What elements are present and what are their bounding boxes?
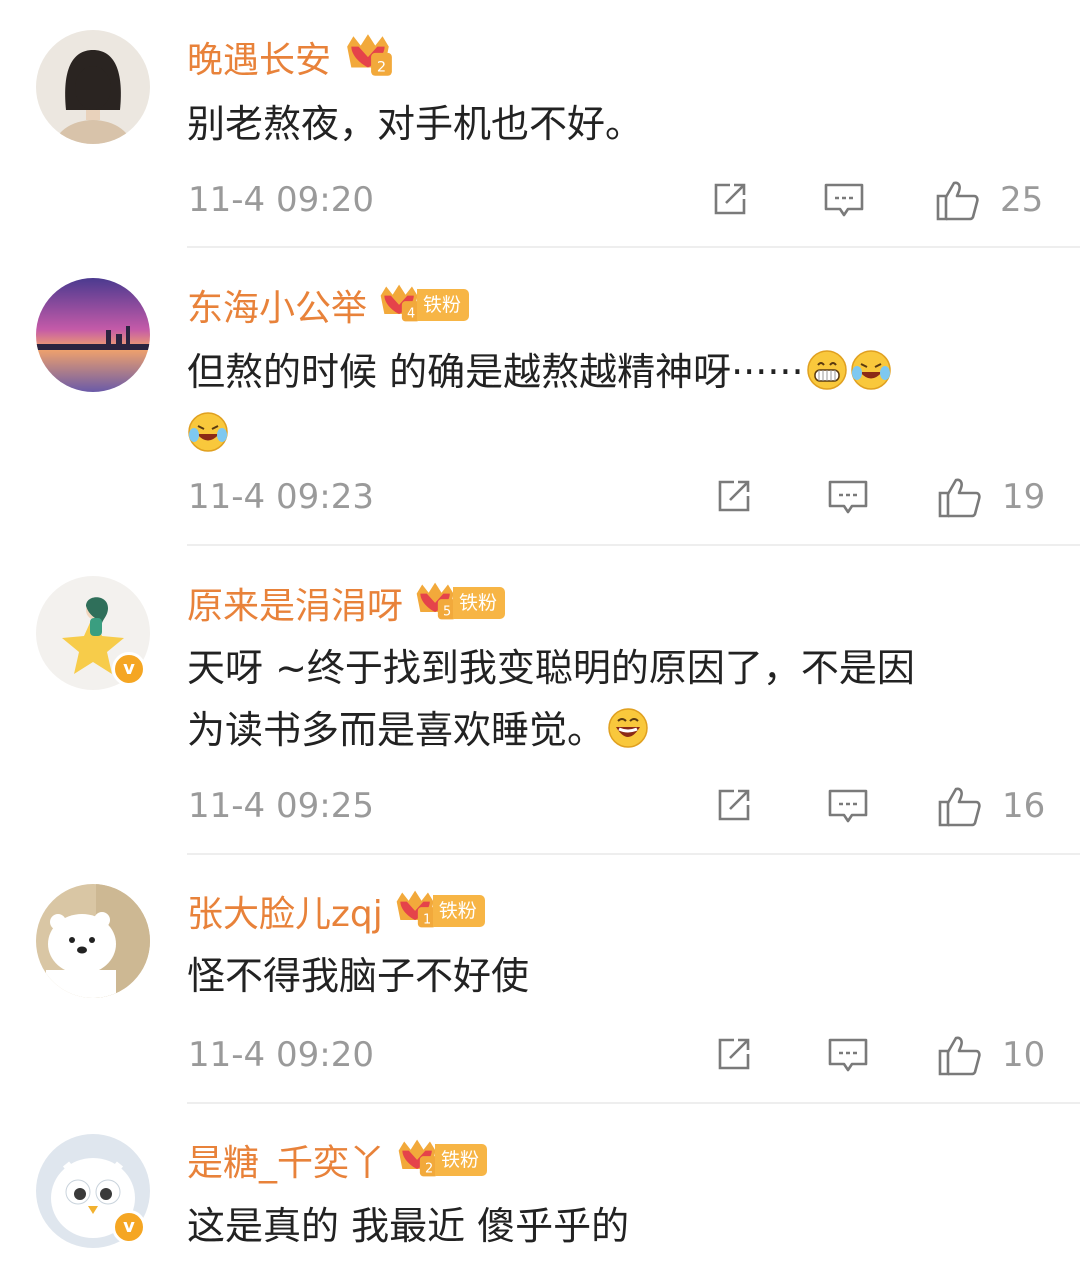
thumbs-up-icon[interactable] xyxy=(936,785,984,835)
username-row: 张大脸儿zqj 1 铁粉 xyxy=(187,886,485,936)
svg-text:2: 2 xyxy=(425,1162,433,1177)
avatar[interactable] xyxy=(36,884,150,998)
like-count: 16 xyxy=(1002,786,1046,826)
verified-badge-icon: v xyxy=(112,652,146,686)
timestamp: 11-4 09:23 xyxy=(188,477,374,517)
share-icon[interactable] xyxy=(708,179,752,227)
crown-badge-icon: 1 xyxy=(393,888,439,934)
divider xyxy=(187,1102,1080,1104)
comment-text: 别老熬夜，对手机也不好。 xyxy=(187,102,644,146)
username[interactable]: 张大脸儿zqj xyxy=(187,885,383,937)
svg-text:4: 4 xyxy=(407,307,415,322)
divider xyxy=(187,853,1080,855)
username-row: 晚遇长安 2 xyxy=(187,32,395,82)
avatar[interactable] xyxy=(36,278,150,392)
share-icon[interactable] xyxy=(712,785,756,833)
comment-text: 怪不得我脑子不好使 xyxy=(187,954,530,998)
svg-text:1: 1 xyxy=(423,913,431,928)
timestamp: 11-4 09:25 xyxy=(188,786,374,826)
username[interactable]: 原来是涓涓呀 xyxy=(187,577,403,629)
svg-text:2: 2 xyxy=(377,59,386,76)
fan-badge: 4 铁粉 xyxy=(377,284,470,322)
avatar[interactable] xyxy=(36,30,150,144)
crown-badge-icon: 2 xyxy=(343,32,395,82)
comment-meta: 11-4 09:23 19 xyxy=(188,472,1048,522)
comment-text: 天呀 ~终于找到我变聪明的原因了，不是因 为读书多而是喜欢睡觉。 xyxy=(187,646,915,752)
share-icon[interactable] xyxy=(712,1034,756,1082)
comment-icon[interactable] xyxy=(826,476,870,524)
divider xyxy=(187,544,1080,546)
like-count: 10 xyxy=(1002,1035,1046,1075)
laugh-cry-emoji-icon xyxy=(850,350,891,390)
share-icon[interactable] xyxy=(712,476,756,524)
fan-badge: 5 铁粉 xyxy=(413,582,506,620)
comment-meta: 11-4 09:20 25 xyxy=(188,175,1048,225)
grin-emoji-icon xyxy=(806,350,847,390)
thumbs-up-icon[interactable] xyxy=(934,179,982,229)
divider xyxy=(187,246,1080,248)
username-row: 原来是涓涓呀 5 铁粉 xyxy=(187,577,506,629)
username-row: 东海小公举 4 铁粉 xyxy=(187,279,470,331)
comment-icon[interactable] xyxy=(826,1034,870,1082)
username[interactable]: 东海小公举 xyxy=(187,279,367,331)
timestamp: 11-4 09:20 xyxy=(188,180,374,220)
svg-text:5: 5 xyxy=(443,605,451,620)
username[interactable]: 是糖_千奕丫 xyxy=(187,1134,385,1186)
username-row: 是糖_千奕丫 2 铁粉 xyxy=(187,1134,488,1186)
comment-icon[interactable] xyxy=(826,785,870,833)
comment-text: 这是真的 我最近 傻乎乎的 xyxy=(187,1204,630,1248)
timestamp: 11-4 09:20 xyxy=(188,1035,374,1075)
like-count: 25 xyxy=(1000,180,1044,220)
fan-badge: 1 铁粉 xyxy=(393,890,485,928)
thumbs-up-icon[interactable] xyxy=(936,476,984,526)
thumbs-up-icon[interactable] xyxy=(936,1034,984,1084)
verified-badge-icon: v xyxy=(112,1210,146,1244)
comment-text: 但熬的时候 的确是越熬越精神呀······ xyxy=(187,341,1047,465)
comment-meta: 11-4 09:25 16 xyxy=(188,781,1048,831)
laugh-cry-emoji-icon xyxy=(188,412,228,452)
haha-emoji-icon xyxy=(607,707,649,749)
fan-badge: 2 铁粉 xyxy=(395,1139,488,1177)
username[interactable]: 晚遇长安 xyxy=(187,31,331,83)
comment-icon[interactable] xyxy=(822,179,866,227)
like-count: 19 xyxy=(1002,477,1046,517)
comment-meta: 11-4 09:20 10 xyxy=(188,1030,1048,1080)
